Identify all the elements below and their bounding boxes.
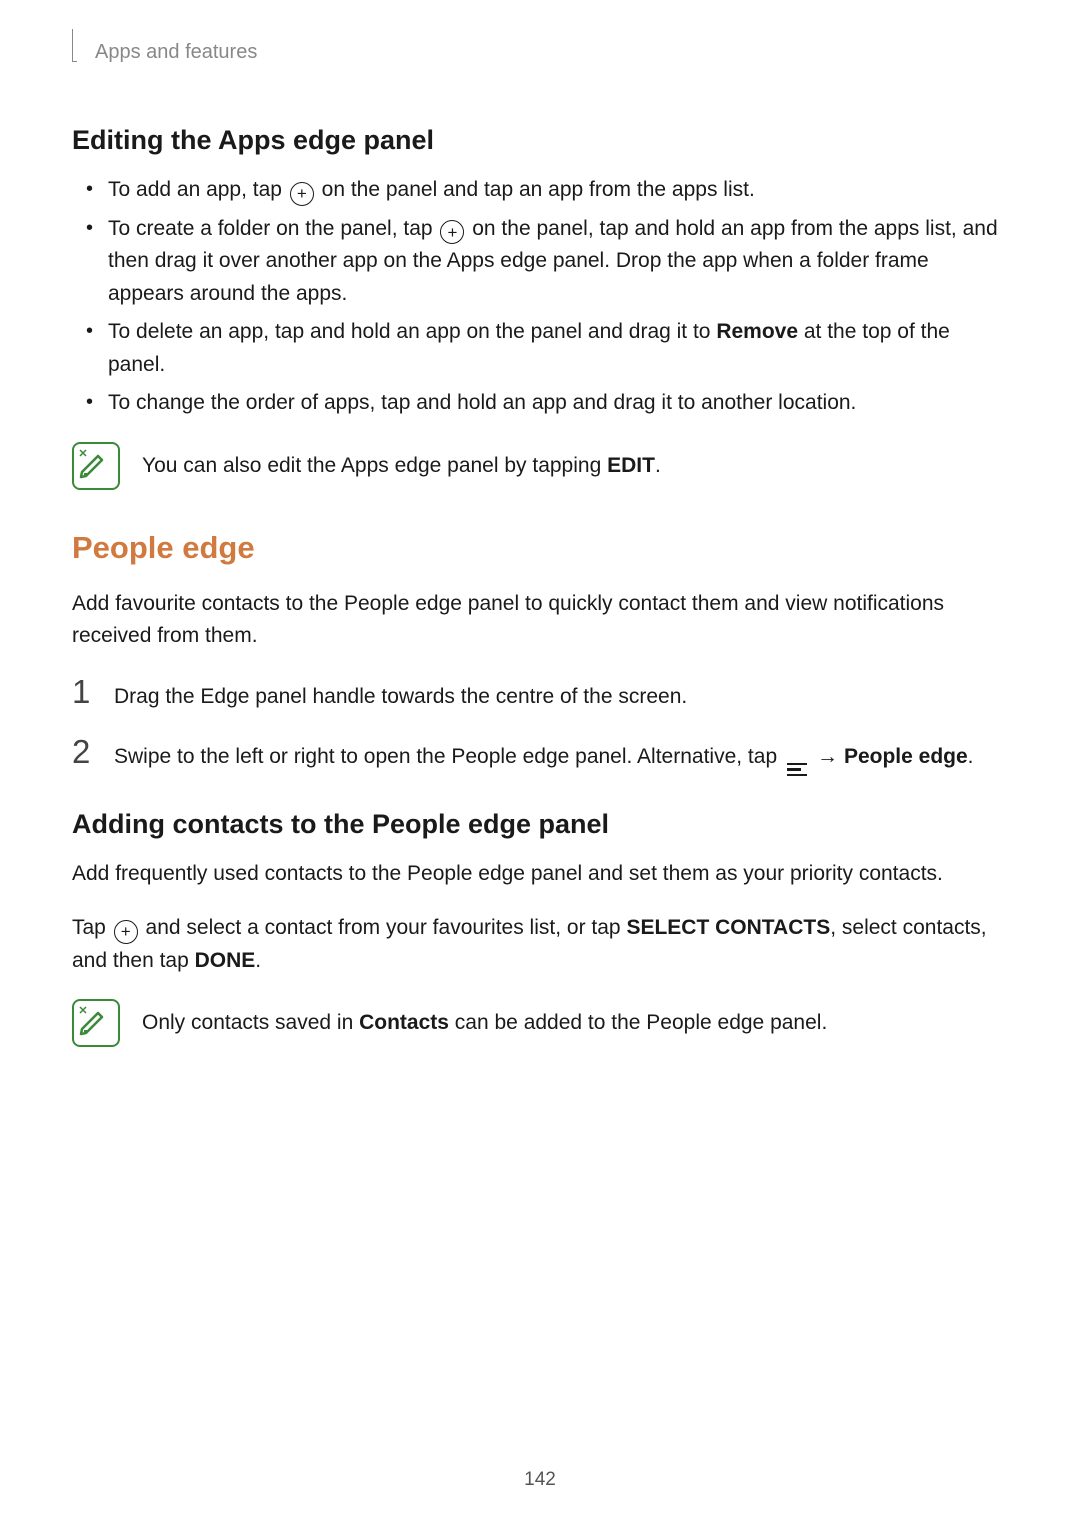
step-number: 2 — [72, 735, 98, 768]
list-item: To add an app, tap on the panel and tap … — [72, 174, 1008, 207]
text: To add an app, tap — [108, 178, 288, 201]
bold-text: EDIT — [607, 454, 655, 477]
note-text: Only contacts saved in Contacts can be a… — [142, 999, 827, 1040]
list-item: 1 Drag the Edge panel handle towards the… — [72, 675, 1008, 714]
breadcrumb: Apps and features — [95, 41, 257, 64]
text: To create a folder on the panel, tap — [108, 217, 438, 240]
text: can be added to the People edge panel. — [449, 1011, 827, 1034]
note-icon — [72, 999, 120, 1047]
step-text: Swipe to the left or right to open the P… — [114, 735, 974, 778]
list-item: To create a folder on the panel, tap on … — [72, 213, 1008, 311]
text: Tap — [72, 916, 112, 939]
text: . — [655, 454, 661, 477]
bold-text: SELECT CONTACTS — [626, 916, 830, 939]
plus-circle-icon — [440, 220, 464, 244]
bold-text: DONE — [195, 949, 256, 972]
intro-text: Add frequently used contacts to the Peop… — [72, 858, 1008, 891]
note-block: Only contacts saved in Contacts can be a… — [72, 999, 1008, 1047]
header: Apps and features — [72, 36, 1008, 69]
text: on the panel and tap an app from the app… — [316, 178, 755, 201]
header-corner-mark — [72, 29, 77, 62]
text: You can also edit the Apps edge panel by… — [142, 454, 607, 477]
step-text: Drag the Edge panel handle towards the c… — [114, 675, 687, 714]
bold-text: Remove — [716, 320, 798, 343]
text: To delete an app, tap and hold an app on… — [108, 320, 716, 343]
bold-text: Contacts — [359, 1011, 449, 1034]
text: To change the order of apps, tap and hol… — [108, 391, 856, 414]
text: Only contacts saved in — [142, 1011, 359, 1034]
note-icon — [72, 442, 120, 490]
arrow-icon: → — [817, 745, 838, 768]
list-item: 2 Swipe to the left or right to open the… — [72, 735, 1008, 778]
heading-editing-apps-edge: Editing the Apps edge panel — [72, 125, 1008, 156]
page-number: 142 — [0, 1469, 1080, 1491]
note-text: You can also edit the Apps edge panel by… — [142, 442, 661, 483]
list-item: To delete an app, tap and hold an app on… — [72, 316, 1008, 381]
menu-icon — [787, 761, 807, 779]
text: Swipe to the left or right to open the P… — [114, 745, 783, 768]
plus-circle-icon — [290, 182, 314, 206]
list-item: To change the order of apps, tap and hol… — [72, 387, 1008, 420]
text: . — [255, 949, 261, 972]
step-number: 1 — [72, 675, 98, 708]
page: Apps and features Editing the Apps edge … — [0, 0, 1080, 1527]
heading-adding-contacts: Adding contacts to the People edge panel — [72, 809, 1008, 840]
paragraph: Tap and select a contact from your favou… — [72, 912, 1008, 977]
note-block: You can also edit the Apps edge panel by… — [72, 442, 1008, 490]
heading-people-edge: People edge — [72, 530, 1008, 566]
intro-text: Add favourite contacts to the People edg… — [72, 588, 1008, 653]
numbered-steps: 1 Drag the Edge panel handle towards the… — [72, 675, 1008, 779]
text: . — [968, 745, 974, 768]
plus-circle-icon — [114, 920, 138, 944]
bullet-list-editing: To add an app, tap on the panel and tap … — [72, 174, 1008, 420]
bold-text: People edge — [844, 745, 968, 768]
text: and select a contact from your favourite… — [140, 916, 627, 939]
